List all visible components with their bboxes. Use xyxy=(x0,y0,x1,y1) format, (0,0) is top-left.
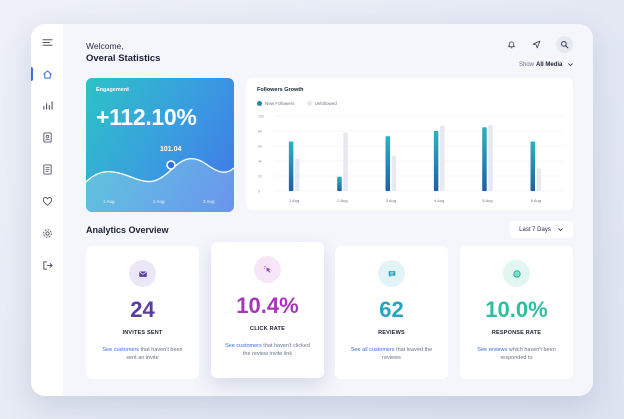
y-tick-label: 2k xyxy=(258,175,262,179)
send-button[interactable] xyxy=(528,36,545,53)
bar-unfollowed xyxy=(536,168,542,191)
see-customers-link[interactable]: See customers xyxy=(225,343,262,349)
engagement-card: Engagement +112.10% 101.04 1 Aug 2 Aug 3… xyxy=(86,78,234,212)
bar-new-followers xyxy=(337,176,342,191)
cursor-click-icon xyxy=(254,256,281,283)
period-dropdown[interactable]: Last 7 Days xyxy=(510,221,573,238)
card-value: 10.4% xyxy=(236,293,299,318)
engagement-point-marker xyxy=(166,160,176,170)
bar-unfollowed xyxy=(294,158,300,191)
bar-unfollowed xyxy=(488,125,493,191)
engagement-wave-chart xyxy=(86,157,234,212)
see-reviews-link[interactable]: See reviews xyxy=(477,347,507,353)
bar-new-followers xyxy=(288,141,294,191)
card-description: See reviews which haven't been responded… xyxy=(472,346,561,362)
y-tick-label: 4k xyxy=(258,160,262,164)
bar-new-followers xyxy=(433,131,439,191)
bar-unfollowed xyxy=(439,125,445,191)
dashboard-window: Welcome, Overal Statistics Show All Medi… xyxy=(31,24,593,396)
see-customers-link[interactable]: See customers xyxy=(102,347,139,353)
contact-icon[interactable] xyxy=(39,129,55,145)
engagement-x-label: 3 Aug xyxy=(203,199,215,204)
menu-icon[interactable] xyxy=(39,34,55,50)
card-value: 24 xyxy=(130,297,155,322)
settings-icon[interactable] xyxy=(39,225,55,241)
bar-new-followers xyxy=(385,136,391,191)
engagement-value: +112.10% xyxy=(96,104,197,130)
x-tick-label: 3 Aug xyxy=(386,198,396,203)
click-rate-card[interactable]: 10.4% CLICK RATE See customers that have… xyxy=(211,242,324,378)
card-label: INVITES SENT xyxy=(122,330,163,336)
bar-new-followers xyxy=(482,127,487,191)
bar-unfollowed xyxy=(343,132,348,191)
x-tick-label: 2 Aug xyxy=(337,198,347,203)
chevron-down-icon xyxy=(557,228,563,232)
search-button[interactable] xyxy=(556,36,573,53)
card-description: See customers that haven't clicked the r… xyxy=(223,342,312,358)
card-label: RESPONSE RATE xyxy=(491,330,542,336)
engagement-x-label: 2 Aug xyxy=(153,199,165,204)
sidebar-active-indicator xyxy=(31,67,33,81)
bell-icon xyxy=(508,41,515,49)
y-tick-label: 6k xyxy=(258,145,262,149)
mail-icon xyxy=(129,260,156,287)
send-icon xyxy=(532,40,541,49)
media-filter-value: All Media xyxy=(536,61,563,68)
y-tick-label: 0 xyxy=(258,190,260,194)
media-filter-dropdown[interactable]: Show All Media xyxy=(519,61,574,68)
card-description: See customers that haven't been sent an … xyxy=(98,346,187,362)
x-tick-label: 6 Aug xyxy=(531,198,541,203)
card-value: 10.0% xyxy=(485,297,548,322)
chat-icon xyxy=(378,260,405,287)
x-tick-label: 5 Aug xyxy=(482,198,492,203)
card-description: See all customers that leaved the review… xyxy=(347,346,436,362)
bar-unfollowed xyxy=(391,155,397,191)
greeting-text: Welcome, xyxy=(86,41,124,51)
x-tick-label: 1 Aug xyxy=(289,198,299,203)
reviews-card[interactable]: 62 REVIEWS See all customers that leaved… xyxy=(335,246,448,379)
target-icon xyxy=(503,260,530,287)
document-icon[interactable] xyxy=(39,161,55,177)
notifications-button[interactable] xyxy=(503,36,520,53)
see-all-customers-link[interactable]: See all customers xyxy=(351,347,395,353)
page-title: Overal Statistics xyxy=(86,53,161,64)
heart-icon[interactable] xyxy=(39,193,55,209)
engagement-point-label: 101.04 xyxy=(160,146,182,153)
logout-icon[interactable] xyxy=(39,257,55,273)
card-description-text: which haven't been responded to xyxy=(500,347,556,361)
media-filter-label: Show xyxy=(519,61,535,68)
x-tick-label: 4 Aug xyxy=(434,198,444,203)
y-tick-label: 10k xyxy=(258,115,264,119)
card-label: CLICK RATE xyxy=(250,326,285,332)
chevron-down-icon xyxy=(568,63,574,67)
bar-new-followers xyxy=(530,141,536,191)
sidebar xyxy=(31,24,63,396)
home-icon[interactable] xyxy=(39,66,55,82)
invites-sent-card[interactable]: 24 INVITES SENT See customers that haven… xyxy=(86,246,199,379)
period-value: Last 7 Days xyxy=(519,226,551,233)
search-icon xyxy=(561,41,569,49)
followers-growth-card: Followers Growth New Followers Unfollowe… xyxy=(246,78,573,210)
response-rate-card[interactable]: 10.0% RESPONSE RATE See reviews which ha… xyxy=(460,246,573,379)
card-value: 62 xyxy=(379,297,404,322)
card-label: REVIEWS xyxy=(378,330,405,336)
engagement-label: Engagement xyxy=(96,87,130,93)
analytics-title: Analytics Overview xyxy=(86,225,169,235)
followers-bar-chart: 0 2k 4k 6k 8k 10k 1 Aug 2 Aug 3 Aug 4 Aug 5 Aug 6 A… xyxy=(258,115,564,203)
y-tick-label: 8k xyxy=(258,130,262,134)
bar-chart-icon[interactable] xyxy=(39,97,55,113)
engagement-x-label: 1 Aug xyxy=(103,199,115,204)
